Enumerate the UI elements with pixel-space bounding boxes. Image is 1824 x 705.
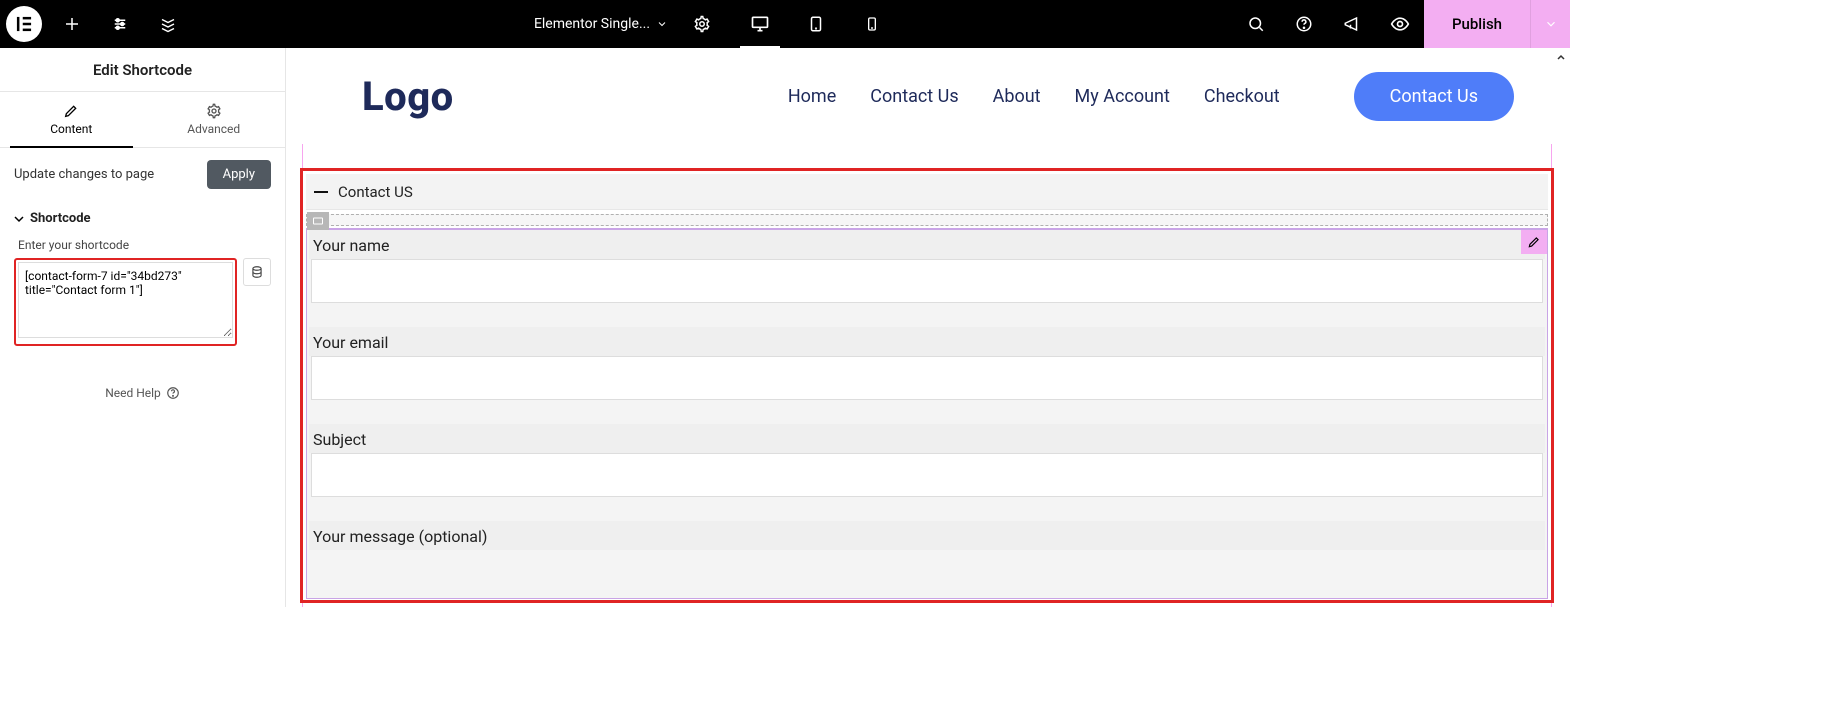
selected-shortcode-widget[interactable]: Your name Your email Subject Your messag… [306, 228, 1548, 599]
gear-icon [206, 103, 222, 119]
section-label: Shortcode [30, 211, 91, 226]
apply-text: Update changes to page [14, 167, 154, 182]
need-help-label: Need Help [105, 386, 161, 400]
whats-new-button[interactable] [1328, 0, 1376, 48]
add-widget-button[interactable] [48, 0, 96, 48]
form-input-name[interactable] [311, 259, 1543, 303]
help-circle-icon [166, 386, 180, 400]
apply-button[interactable]: Apply [207, 160, 271, 189]
publish-options-dropdown[interactable] [1530, 0, 1570, 48]
database-icon [250, 265, 264, 279]
chevron-down-icon [656, 18, 668, 30]
panel-tabs: Content Advanced [0, 92, 285, 148]
editor-panel: Edit Shortcode Content Advanced Update c… [0, 48, 286, 607]
nav-about[interactable]: About [993, 86, 1041, 107]
scroll-up-indicator[interactable] [1554, 50, 1568, 64]
elementor-logo-icon [6, 6, 42, 42]
form-label-name: Your name [309, 230, 1545, 259]
preview-canvas: Logo Home Contact Us About My Account Ch… [286, 48, 1570, 607]
form-label-email: Your email [309, 327, 1545, 356]
highlight-shortcode-input [14, 258, 237, 346]
section-shortcode-toggle[interactable]: Shortcode [0, 201, 285, 232]
dynamic-tags-button[interactable] [243, 258, 271, 286]
site-logo[interactable]: Logo [362, 73, 454, 120]
container-outline [306, 214, 1548, 226]
elementor-logo[interactable] [0, 0, 48, 48]
site-settings-button[interactable] [96, 0, 144, 48]
tablet-view-button[interactable] [788, 0, 844, 48]
minus-icon [314, 191, 328, 193]
document-title-text: Elementor Single... [534, 16, 650, 32]
help-button[interactable] [1280, 0, 1328, 48]
widget-drag-handle[interactable] [307, 212, 329, 230]
site-nav: Home Contact Us About My Account Checkou… [788, 86, 1280, 107]
preview-button[interactable] [1376, 0, 1424, 48]
chevron-down-icon [1544, 17, 1558, 31]
desktop-view-button[interactable] [732, 0, 788, 48]
pencil-icon [63, 103, 79, 119]
mobile-view-button[interactable] [844, 0, 900, 48]
form-label-subject: Subject [309, 424, 1545, 453]
shortcode-field-label: Enter your shortcode [0, 232, 285, 258]
toggle-widget-header[interactable]: Contact US [306, 174, 1548, 210]
publish-label: Publish [1452, 15, 1502, 33]
nav-contact-us[interactable]: Contact Us [870, 86, 958, 107]
caret-down-icon [14, 214, 24, 224]
elementor-topbar: Elementor Single... Publish [0, 0, 1570, 48]
need-help-link[interactable]: Need Help [0, 386, 285, 400]
publish-button[interactable]: Publish [1424, 0, 1530, 48]
widget-edit-button[interactable] [1521, 230, 1547, 254]
tab-content-label: Content [50, 122, 92, 136]
tab-advanced-label: Advanced [187, 122, 240, 136]
shortcode-icon [311, 215, 325, 227]
tab-content[interactable]: Content [0, 92, 143, 147]
structure-button[interactable] [144, 0, 192, 48]
form-input-email[interactable] [311, 356, 1543, 400]
site-header: Logo Home Contact Us About My Account Ch… [286, 48, 1570, 144]
contact-form: Your name Your email Subject Your messag… [307, 230, 1547, 550]
page-settings-button[interactable] [678, 0, 726, 48]
panel-title: Edit Shortcode [0, 48, 285, 92]
toggle-title: Contact US [338, 183, 413, 201]
nav-home[interactable]: Home [788, 86, 836, 107]
form-label-message: Your message (optional) [309, 521, 1545, 550]
tab-advanced[interactable]: Advanced [143, 92, 286, 147]
shortcode-input[interactable] [18, 262, 233, 338]
contact-us-cta[interactable]: Contact Us [1354, 72, 1514, 121]
finder-search-button[interactable] [1232, 0, 1280, 48]
document-title-dropdown[interactable]: Elementor Single... [524, 0, 678, 48]
nav-my-account[interactable]: My Account [1075, 86, 1170, 107]
form-input-subject[interactable] [311, 453, 1543, 497]
nav-checkout[interactable]: Checkout [1204, 86, 1280, 107]
pencil-icon [1527, 235, 1541, 249]
